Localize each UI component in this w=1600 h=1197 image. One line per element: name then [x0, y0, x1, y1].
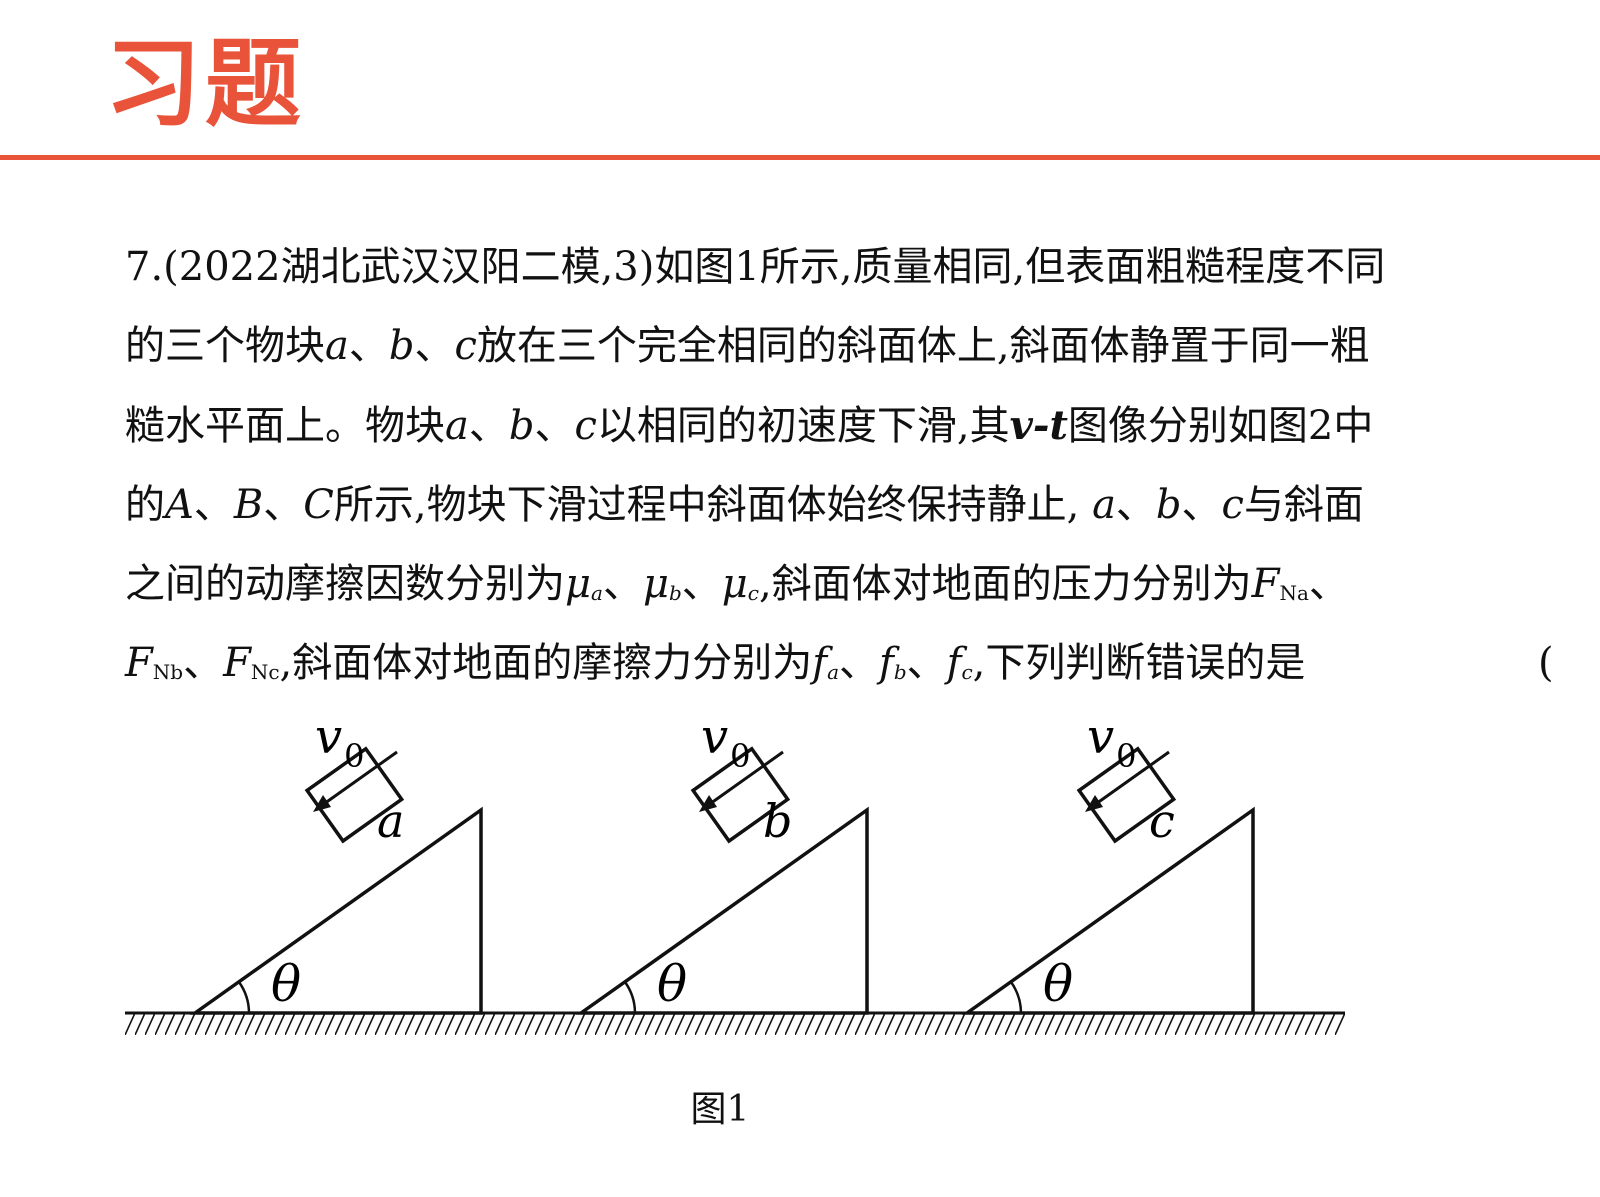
wedge [961, 806, 1255, 1015]
problem-lead: 7.(2022湖北武汉汉阳二模,3)如图1所示,质量相同,但表面粗糙程度不同 [125, 244, 1386, 290]
text: 放在三个完全相同的斜面体上,斜面体静置于同一粗 [476, 323, 1370, 369]
sub: Nc [250, 660, 280, 684]
title-divider [0, 155, 1600, 160]
text: 图像分别如图2中 [1067, 403, 1374, 449]
sep: 、 [414, 323, 455, 369]
text: ,斜面体对地面的摩擦力分别为 [279, 640, 813, 686]
friction: f [879, 640, 894, 686]
sym: a [325, 323, 349, 369]
problem-line-1: 7.(2022湖北武汉汉阳二模,3)如图1所示,质量相同,但表面粗糙程度不同 [125, 228, 1565, 307]
angle-arc [1009, 981, 1023, 1014]
sym: a [445, 403, 469, 449]
sym: b [508, 403, 535, 449]
sym: c [454, 323, 477, 369]
sym: c [574, 403, 597, 449]
incline-figure: θ a v0 θ b v0 θ c v0 [125, 709, 1345, 1035]
sep: 、 [1115, 482, 1156, 528]
sub: a [591, 581, 603, 605]
sym: b [388, 323, 415, 369]
mu: μ [721, 561, 748, 607]
sub: b [668, 581, 682, 605]
sep: 、 [193, 482, 234, 528]
block-label: c [1149, 794, 1175, 848]
problem-line-6: FNb、FNc,斜面体对地面的摩擦力分别为fa、fb、fc,下列判断错误的是() [125, 624, 1565, 703]
sub: c [961, 660, 973, 684]
v-sub: 0 [344, 737, 364, 775]
sym: C [303, 482, 334, 528]
text: 与斜面 [1243, 482, 1364, 528]
sep: 、 [681, 561, 722, 607]
problem-line-3: 糙水平面上。物块a、b、c以相同的初速度下滑,其v-t图像分别如图2中 [125, 386, 1565, 466]
text: ,下列判断错误的是 [972, 640, 1306, 686]
wedge [575, 806, 869, 1015]
sym: v-t [1009, 402, 1068, 449]
sep: 、 [1181, 482, 1222, 528]
velocity-label: v0 [701, 709, 750, 775]
friction: f [812, 640, 828, 686]
sym: b [1155, 482, 1182, 528]
sym: c [1221, 482, 1244, 528]
text: 的 [125, 482, 165, 528]
velocity-label: v0 [1087, 709, 1136, 775]
sub: Na [1279, 581, 1309, 605]
sep: 、 [839, 640, 880, 686]
velocity-label: v0 [315, 709, 364, 775]
text: 以相同的初速度下滑,其 [596, 403, 1010, 449]
angle-label: θ [1043, 955, 1073, 1013]
problem-line-5: 之间的动摩擦因数分别为μa、μb、μc,斜面体对地面的压力分别为FNa、 [125, 545, 1565, 624]
sub: Nb [152, 660, 184, 684]
angle-arc [237, 981, 251, 1014]
angle-label: θ [271, 955, 301, 1013]
incline-b: θ b v0 [575, 709, 869, 1015]
page-title: 习题 [105, 28, 305, 140]
v: v [1087, 709, 1114, 765]
incline-c: θ c v0 [961, 709, 1255, 1015]
angle-arc [623, 981, 637, 1014]
problem-line-2: 的三个物块a、b、c放在三个完全相同的斜面体上,斜面体静置于同一粗 [125, 307, 1565, 386]
mu: μ [565, 561, 591, 607]
friction: f [946, 640, 962, 686]
angle-label: θ [657, 955, 687, 1013]
sub: b [893, 660, 907, 684]
sym: a [1092, 482, 1116, 528]
sep: 、 [468, 403, 509, 449]
block-label: a [377, 794, 404, 848]
incline-a: θ a v0 [189, 709, 483, 1015]
sep: 、 [602, 561, 643, 607]
force: F [125, 640, 153, 686]
sym: A [165, 482, 194, 528]
answer-paren-open: ( [1538, 640, 1554, 686]
sym: B [233, 482, 264, 528]
sep: 、 [348, 323, 389, 369]
sep: 、 [263, 482, 304, 528]
v: v [315, 709, 342, 765]
text: 的三个物块 [125, 323, 325, 369]
problem-line-4: 的A、B、C所示,物块下滑过程中斜面体始终保持静止, a、b、c与斜面 [125, 466, 1565, 545]
ground-hatch [125, 1013, 1345, 1035]
sub: a [827, 660, 840, 684]
figure-caption: 图1 [690, 1089, 750, 1130]
text: 糙水平面上。物块 [125, 403, 445, 449]
v: v [701, 709, 728, 765]
sep: 、 [183, 640, 224, 686]
text: 之间的动摩擦因数分别为 [125, 561, 565, 607]
text: 所示,物块下滑过程中斜面体始终保持静止, [333, 482, 1080, 528]
force: F [1251, 561, 1280, 607]
block-label: b [763, 794, 792, 848]
sep: 、 [534, 403, 575, 449]
text: ,斜面体对地面的压力分别为 [758, 561, 1252, 607]
mu: μ [642, 561, 669, 607]
sep: 、 [906, 640, 947, 686]
wedge [189, 806, 483, 1015]
sep: 、 [1308, 561, 1349, 607]
problem-text: 7.(2022湖北武汉汉阳二模,3)如图1所示,质量相同,但表面粗糙程度不同 的… [125, 228, 1565, 703]
v-sub: 0 [1116, 737, 1136, 775]
sub: c [747, 581, 759, 605]
force: F [223, 640, 251, 686]
v-sub: 0 [730, 737, 750, 775]
